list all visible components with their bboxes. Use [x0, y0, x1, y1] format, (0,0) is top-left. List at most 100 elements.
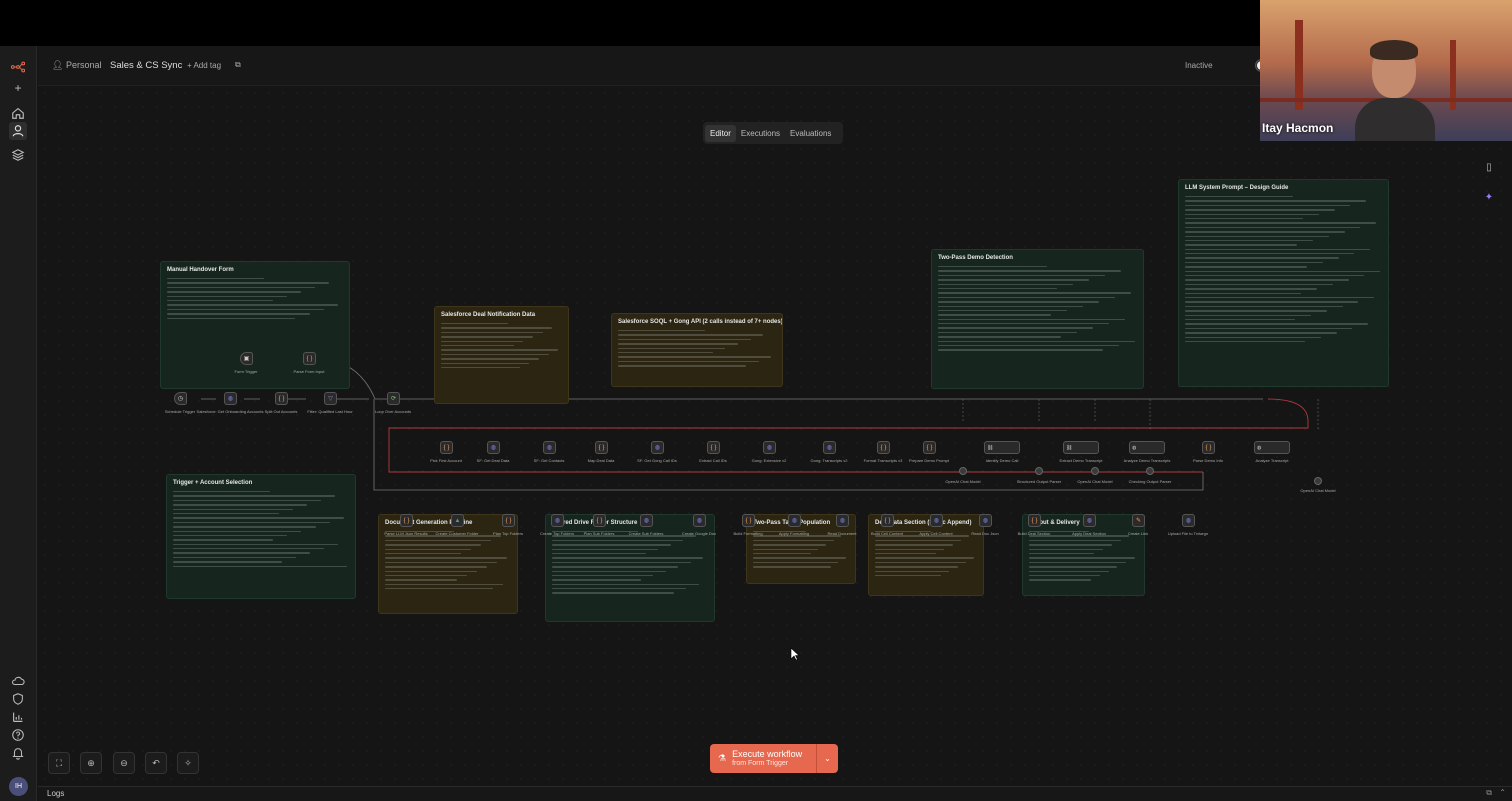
loop-node[interactable]: ⟳ — [387, 392, 400, 405]
workflow-node[interactable]: ◍ — [551, 514, 564, 527]
workflow-canvas[interactable]: Manual Handover Form Trigger + Account S… — [38, 86, 1512, 786]
workflow-node[interactable]: ◍ — [930, 514, 943, 527]
workflow-node[interactable]: { } — [1202, 441, 1215, 454]
shield-icon[interactable] — [9, 690, 27, 708]
parse-form-node[interactable]: { } — [303, 352, 316, 365]
sticky-text-line — [552, 539, 684, 542]
workflow-node[interactable]: { } — [1028, 514, 1041, 527]
chart-icon[interactable] — [9, 708, 27, 726]
workflow-node[interactable]: ◍ — [543, 441, 556, 454]
sticky-body — [441, 323, 562, 369]
workflow-node[interactable]: { } — [742, 514, 755, 527]
ai-assistant-icon[interactable]: ✦ — [1478, 186, 1500, 208]
execute-main[interactable]: ⚗ Execute workflow from Form Trigger — [710, 744, 816, 773]
workflow-node[interactable]: ◍ — [651, 441, 664, 454]
zoom-in-icon[interactable]: ⊕ — [80, 752, 102, 774]
workflow-node[interactable]: ◍ — [1254, 441, 1290, 454]
sticky-text-line — [1185, 301, 1359, 303]
avatar[interactable]: IH — [9, 777, 28, 796]
sub-node[interactable] — [1091, 467, 1099, 475]
form-trigger-node[interactable]: ▣ — [240, 352, 253, 365]
workflow-node[interactable]: ◍ — [1182, 514, 1195, 527]
workflow-node[interactable]: { } — [923, 441, 936, 454]
sticky-text-line — [385, 583, 504, 586]
workflow-node[interactable]: ◍ — [640, 514, 653, 527]
split-out-node[interactable]: { } — [275, 392, 288, 405]
undo-icon[interactable]: ↶ — [145, 752, 167, 774]
sticky-text-line — [938, 349, 1104, 351]
workflow-node[interactable]: ◍ — [1129, 441, 1165, 454]
layers-icon[interactable] — [9, 146, 27, 164]
node-label: Gong: Transcripts v2 — [810, 458, 848, 463]
workflow-node[interactable]: ⛓ — [1063, 441, 1099, 454]
schedule-trigger-node[interactable]: ◷ — [174, 392, 187, 405]
workflow-node[interactable]: { } — [502, 514, 515, 527]
workflow-node[interactable]: ◍ — [487, 441, 500, 454]
workflow-node[interactable]: ◍ — [836, 514, 849, 527]
sticky-text-line — [1185, 327, 1353, 330]
archive-icon[interactable]: ⧉ — [235, 60, 241, 70]
tab-executions[interactable]: Executions — [736, 125, 785, 142]
tab-editor[interactable]: Editor — [705, 124, 736, 142]
sub-node[interactable] — [959, 467, 967, 475]
sticky-doc-gen[interactable]: Document Generation Pipeline — [378, 514, 518, 614]
node-label: Build Deal Section — [1017, 531, 1051, 536]
workspace-breadcrumb[interactable]: 👤︎ Personal — [52, 60, 101, 71]
node-label: Identify Demo Call — [985, 458, 1019, 463]
workflow-node[interactable]: ◍ — [763, 441, 776, 454]
popout-icon[interactable]: ⧉ — [1486, 788, 1492, 798]
panel-toggle-icon[interactable]: ▯ — [1478, 156, 1500, 178]
tab-evaluations[interactable]: Evaluations — [785, 125, 836, 142]
workflow-node[interactable]: ◍ — [788, 514, 801, 527]
workflow-node[interactable]: { } — [440, 441, 453, 454]
sticky-llm-system[interactable]: LLM System Prompt – Design Guide — [1178, 179, 1389, 387]
workflow-node[interactable]: ◍ — [823, 441, 836, 454]
user-icon[interactable] — [9, 122, 27, 140]
salesforce-node[interactable]: ◍ — [224, 392, 237, 405]
home-icon[interactable] — [9, 104, 27, 122]
sub-node[interactable] — [1035, 467, 1043, 475]
n8n-logo-icon[interactable] — [9, 58, 27, 76]
filter-node[interactable]: ▽ — [324, 392, 337, 405]
workflow-node[interactable]: { } — [595, 441, 608, 454]
node-label: Plan Sub Folders — [583, 531, 615, 536]
workflow-node[interactable]: { } — [707, 441, 720, 454]
workflow-name[interactable]: Sales & CS Sync — [110, 60, 182, 71]
cloud-icon[interactable] — [9, 672, 27, 690]
sub-node[interactable] — [1146, 467, 1154, 475]
workflow-node[interactable]: ⛓ — [984, 441, 1020, 454]
add-tag-button[interactable]: + Add tag — [187, 61, 221, 70]
workflow-node[interactable]: { } — [881, 514, 894, 527]
node-label: Create Top Folders — [540, 531, 574, 536]
chevron-down-icon[interactable]: ⌄ — [816, 744, 838, 773]
app-window: + IH 👤︎ Personal Sales & CS Sync + Add t… — [0, 46, 1512, 801]
workflow-node[interactable]: ▲ — [451, 514, 464, 527]
sticky-text-line — [173, 499, 321, 502]
sticky-trigger-account[interactable]: Trigger + Account Selection — [166, 474, 356, 599]
workflow-node[interactable]: ✎ — [1132, 514, 1145, 527]
fit-view-icon[interactable]: ⛶ — [48, 752, 70, 774]
node-label: Format Transcripts v3 — [863, 458, 903, 463]
workflow-node[interactable]: ◍ — [979, 514, 992, 527]
sticky-text-line — [875, 566, 958, 568]
workflow-node[interactable]: { } — [593, 514, 606, 527]
sticky-text-line — [1185, 239, 1314, 242]
workflow-node[interactable]: ◍ — [1083, 514, 1096, 527]
help-icon[interactable] — [9, 726, 27, 744]
tidy-up-icon[interactable]: ✧ — [177, 752, 199, 774]
logs-panel[interactable]: Logs ⧉ ⌃ — [38, 786, 1512, 801]
add-icon[interactable]: + — [9, 79, 27, 97]
zoom-out-icon[interactable]: ⊖ — [113, 752, 135, 774]
execute-workflow-button[interactable]: ⚗ Execute workflow from Form Trigger ⌄ — [710, 744, 838, 773]
sticky-sf-soql[interactable]: Salesforce SOQL + Gong API (2 calls inst… — [611, 313, 783, 387]
workflow-node[interactable]: { } — [877, 441, 890, 454]
workflow-node[interactable]: ◍ — [693, 514, 706, 527]
bell-icon[interactable] — [9, 744, 27, 762]
sticky-text-line — [1185, 318, 1296, 321]
sticky-sf-deal[interactable]: Salesforce Deal Notification Data — [434, 306, 569, 404]
sticky-text-line — [1185, 323, 1369, 325]
workflow-node[interactable]: { } — [400, 514, 413, 527]
sticky-two-pass-demo[interactable]: Two-Pass Demo Detection — [931, 249, 1144, 389]
chevron-up-icon[interactable]: ⌃ — [1499, 788, 1506, 797]
sub-node[interactable] — [1314, 477, 1322, 485]
